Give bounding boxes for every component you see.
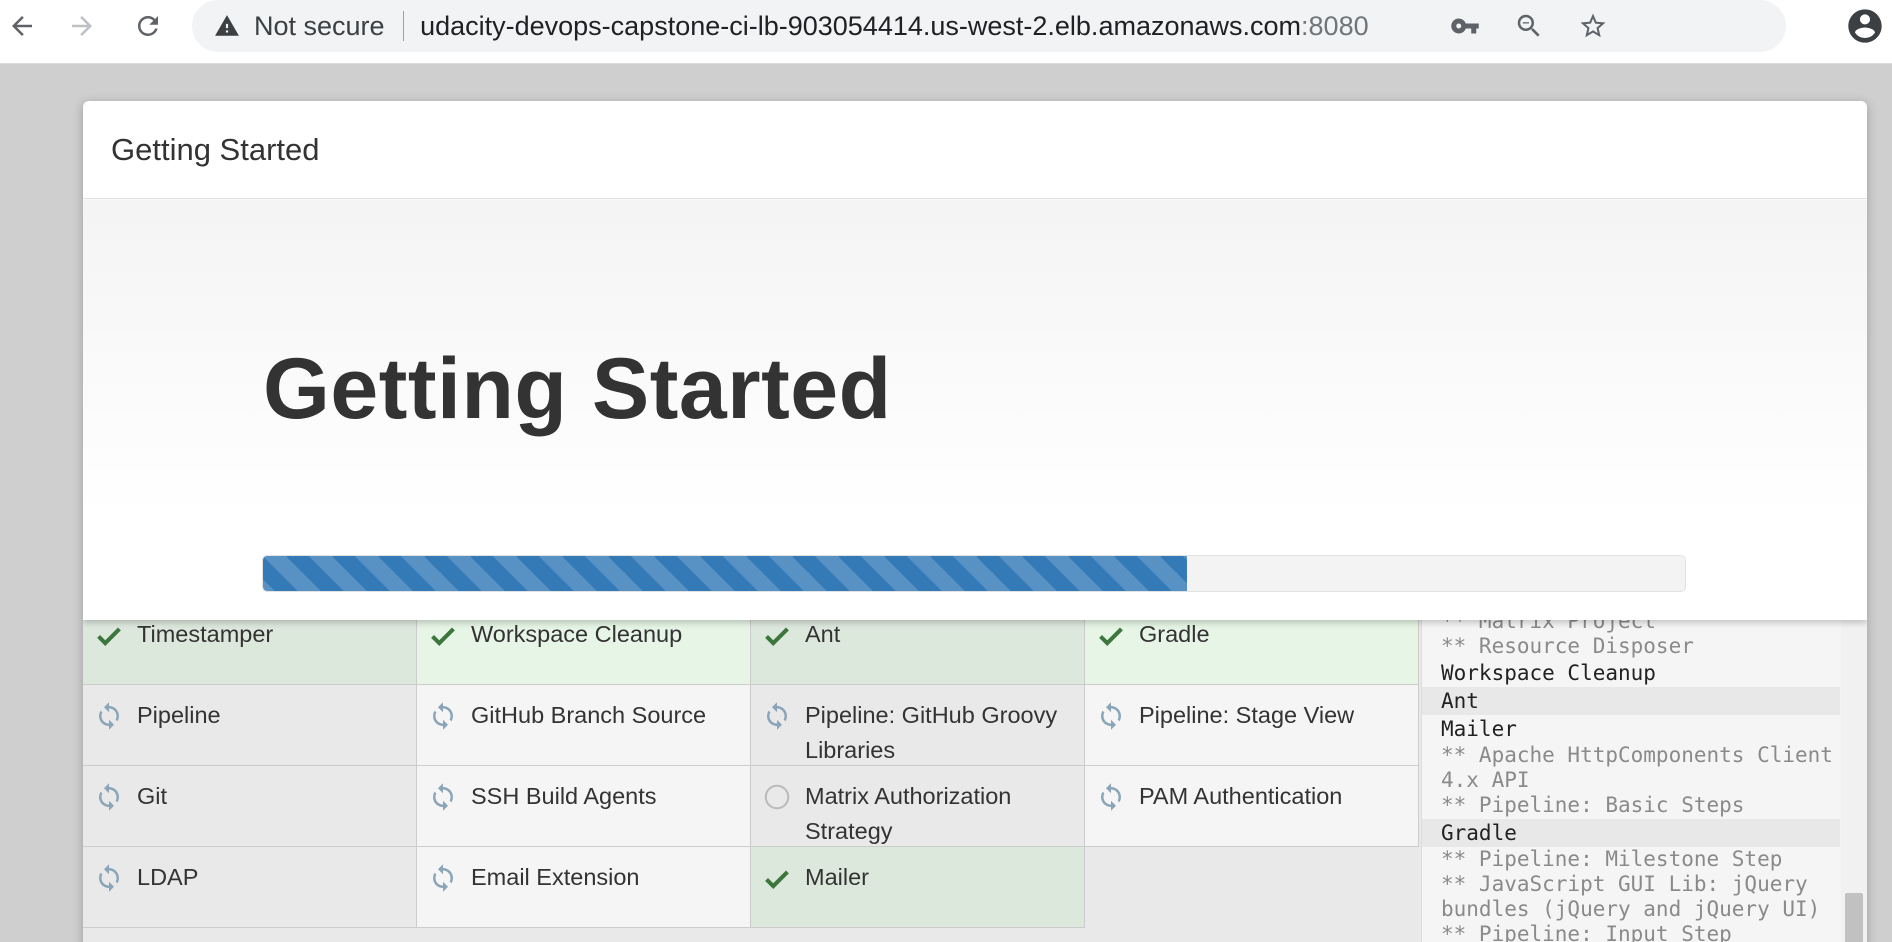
security-label[interactable]: Not secure (254, 11, 385, 42)
log-line: ** Pipeline: Milestone Step (1441, 846, 1783, 871)
plugin-name: Pipeline: Stage View (1139, 702, 1355, 728)
plugin-item: Pipeline: GitHub Groovy Libraries (751, 685, 1085, 766)
plugin-name: Mailer (805, 864, 869, 890)
plugin-name: GitHub Branch Source (471, 702, 707, 728)
plugin-item: Matrix Authorization Strategy (751, 766, 1085, 847)
plugin-item: PAM Authentication (1085, 766, 1419, 847)
refresh-icon (426, 699, 460, 733)
log-line: Gradle (1422, 818, 1840, 847)
plugin-name: Workspace Cleanup (471, 621, 683, 647)
checkmark-icon (92, 618, 126, 652)
log-line: Mailer (1441, 717, 1517, 742)
refresh-icon (760, 699, 794, 733)
plugin-item: Pipeline (83, 685, 417, 766)
plugin-item: SSH Build Agents (417, 766, 751, 847)
log-line: Workspace Cleanup (1441, 661, 1656, 686)
log-line: ** Pipeline: Basic Steps (1441, 793, 1745, 818)
refresh-icon (1094, 780, 1128, 814)
plugin-item: GitHub Branch Source (417, 685, 751, 766)
back-arrow-icon (12, 16, 32, 36)
dialog-title: Getting Started (111, 131, 320, 167)
plugin-name: Pipeline (137, 702, 221, 728)
plugin-name: LDAP (137, 864, 199, 890)
zoom-out-icon[interactable] (1512, 9, 1546, 43)
hero-title: Getting Started (263, 341, 892, 437)
checkmark-icon (760, 861, 794, 895)
plugin-name: Matrix Authorization Strategy (805, 783, 1012, 844)
plugin-name: Email Extension (471, 864, 640, 890)
reload-button[interactable] (126, 6, 170, 46)
address-bar[interactable]: Not secure udacity-devops-capstone-ci-lb… (192, 0, 1786, 52)
profile-button[interactable] (1844, 5, 1886, 47)
star-icon[interactable] (1576, 9, 1610, 43)
plugin-name: Timestamper (137, 621, 274, 647)
refresh-icon (92, 699, 126, 733)
key-icon[interactable] (1448, 9, 1482, 43)
url-host: udacity-devops-capstone-ci-lb-903054414.… (420, 10, 1302, 41)
plugin-name: Pipeline: GitHub Groovy Libraries (805, 702, 1058, 763)
browser-toolbar: Not secure udacity-devops-capstone-ci-lb… (0, 0, 1892, 64)
checkmark-icon (760, 618, 794, 652)
refresh-icon (426, 780, 460, 814)
url-port: :8080 (1301, 10, 1369, 41)
dialog-header: Getting Started (83, 101, 1867, 199)
refresh-icon (92, 861, 126, 895)
refresh-icon (92, 780, 126, 814)
log-line: ** JavaScript GUI Lib: jQuery bundles (j… (1441, 871, 1821, 922)
log-line: ** Resource Disposer (1441, 633, 1694, 658)
refresh-icon (426, 861, 460, 895)
plugin-name: Git (137, 783, 168, 809)
pending-circle-icon (760, 780, 794, 814)
log-line: ** Apache HttpComponents Client 4.x API (1441, 743, 1846, 793)
checkmark-icon (1094, 618, 1128, 652)
log-line: Ant (1422, 687, 1840, 716)
scroll-thumb[interactable] (1845, 893, 1863, 942)
plugin-item: Mailer (751, 847, 1085, 928)
install-progress-bar (262, 555, 1686, 592)
warning-icon[interactable] (214, 13, 240, 39)
plugin-name: Ant (805, 621, 841, 647)
address-divider (402, 11, 405, 41)
plugin-item: LDAP (83, 847, 417, 928)
plugin-name: SSH Build Agents (471, 783, 657, 809)
checkmark-icon (426, 618, 460, 652)
forward-button[interactable] (60, 6, 104, 46)
forward-arrow-icon (72, 16, 92, 36)
plugin-item: Git (83, 766, 417, 847)
url-text[interactable]: udacity-devops-capstone-ci-lb-903054414.… (420, 11, 1369, 42)
setup-wizard-dialog: Getting Started Getting Started FoldersO… (83, 101, 1867, 942)
plugin-name: PAM Authentication (1139, 783, 1343, 809)
refresh-icon (1094, 699, 1128, 733)
profile-icon (1848, 9, 1882, 43)
hero-panel: Getting Started (83, 200, 1867, 620)
reload-icon (137, 15, 158, 36)
progress-bar-fill (263, 556, 1188, 591)
plugin-item: Email Extension (417, 847, 751, 928)
log-line: ** Pipeline: Input Step (1441, 922, 1732, 942)
plugin-item: Pipeline: Stage View (1085, 685, 1419, 766)
back-button[interactable] (0, 6, 44, 46)
plugin-name: Gradle (1139, 621, 1210, 647)
